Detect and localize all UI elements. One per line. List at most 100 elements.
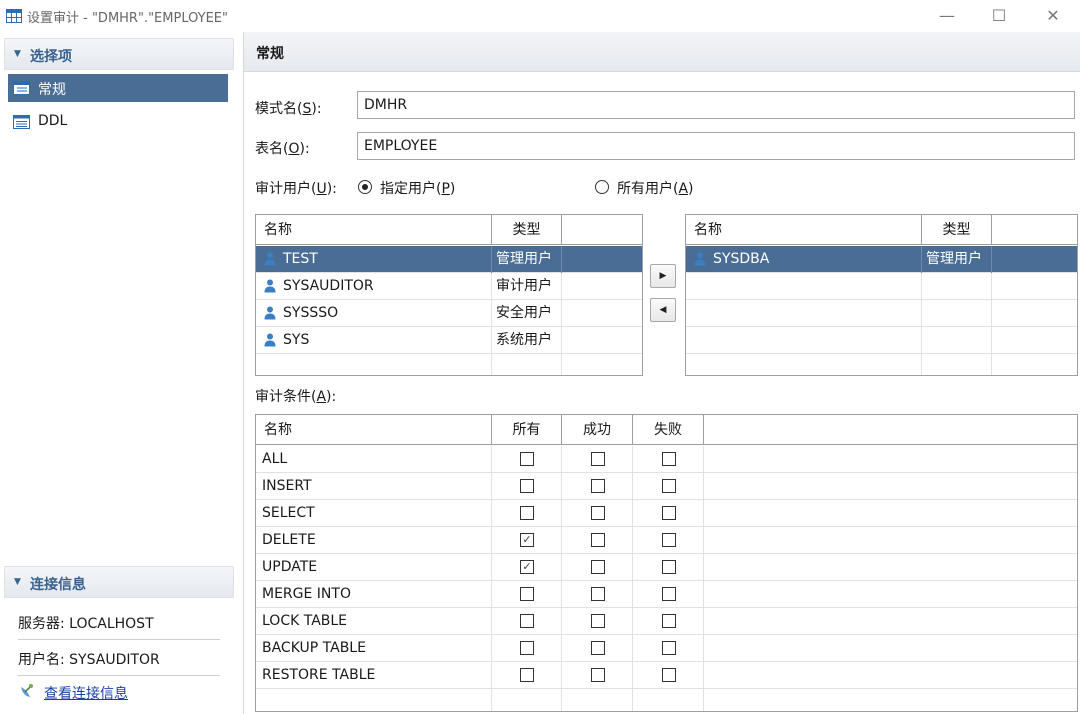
success-cell — [562, 527, 633, 554]
all-checkbox[interactable]: ✓ — [520, 533, 534, 547]
all-checkbox[interactable] — [520, 587, 534, 601]
sidebar-item-ddl[interactable]: DDL — [8, 108, 228, 136]
move-right-button[interactable]: ▶ — [650, 264, 676, 288]
success-checkbox[interactable] — [591, 452, 605, 466]
fail-checkbox[interactable] — [662, 479, 676, 493]
user-row[interactable]: TEST 管理用户 — [256, 246, 642, 273]
condition-row: UPDATE ✓ — [256, 554, 1077, 581]
column-header-name[interactable]: 名称 — [256, 415, 492, 445]
column-header-type[interactable]: 类型 — [922, 215, 992, 245]
success-checkbox[interactable] — [591, 587, 605, 601]
success-checkbox[interactable] — [591, 641, 605, 655]
view-connection-link[interactable]: 查看连接信息 — [18, 680, 218, 708]
fail-checkbox[interactable] — [662, 452, 676, 466]
close-button[interactable]: ✕ — [1036, 4, 1070, 28]
condition-name: SELECT — [256, 500, 492, 527]
condition-name: BACKUP TABLE — [256, 635, 492, 662]
column-header-fail[interactable]: 失败 — [633, 415, 704, 445]
table-name-field[interactable]: EMPLOYEE — [357, 132, 1075, 160]
user-row[interactable]: SYSAUDITOR 审计用户 — [256, 273, 642, 300]
all-checkbox[interactable]: ✓ — [520, 560, 534, 574]
schema-field[interactable]: DMHR — [357, 91, 1075, 119]
available-users-table: 名称 类型 TEST 管理用户 SYSAUDITOR 审计用户 SYSSSO 安全用户 SY… — [255, 214, 643, 376]
condition-row: RESTORE TABLE — [256, 662, 1077, 689]
all-cell — [492, 662, 562, 689]
user-type-cell — [922, 300, 992, 327]
all-checkbox[interactable] — [520, 452, 534, 466]
sidebar-item-general[interactable]: 常规 — [8, 74, 228, 102]
fail-cell — [633, 473, 704, 500]
table-header: 名称 类型 — [686, 215, 1077, 245]
all-cell: ✓ — [492, 527, 562, 554]
move-left-button[interactable]: ◀ — [650, 298, 676, 322]
condition-name: ALL — [256, 446, 492, 473]
all-cell — [492, 608, 562, 635]
condition-name: INSERT — [256, 473, 492, 500]
condition-row: BACKUP TABLE — [256, 635, 1077, 662]
condition-row: SELECT — [256, 500, 1077, 527]
connection-header-label: 连接信息 — [30, 577, 86, 593]
fail-checkbox[interactable] — [662, 587, 676, 601]
user-name: SYSDBA — [713, 251, 770, 267]
specified-user-label[interactable]: 指定用户(P) — [380, 178, 455, 198]
all-cell — [492, 635, 562, 662]
condition-row: DELETE ✓ — [256, 527, 1077, 554]
user-type-cell — [922, 354, 992, 375]
column-header-name[interactable]: 名称 — [686, 215, 922, 245]
minimize-button[interactable]: — — [930, 4, 964, 28]
fail-checkbox[interactable] — [662, 614, 676, 628]
column-header-success[interactable]: 成功 — [562, 415, 633, 445]
user-name: TEST — [283, 251, 318, 267]
audit-user-label: 审计用户(U): — [255, 181, 337, 197]
fail-checkbox[interactable] — [662, 506, 676, 520]
success-cell — [562, 473, 633, 500]
connection-section-header[interactable]: ▼ 连接信息 — [4, 566, 234, 598]
options-section-header[interactable]: ▼ 选择项 — [4, 38, 234, 70]
specified-user-radio[interactable] — [358, 180, 372, 194]
user-name-cell — [256, 354, 492, 375]
all-checkbox[interactable] — [520, 668, 534, 682]
table-header: 名称 类型 — [256, 215, 642, 245]
user-name: SYSSSO — [283, 305, 339, 321]
condition-row: INSERT — [256, 473, 1077, 500]
success-checkbox[interactable] — [591, 533, 605, 547]
column-header-all[interactable]: 所有 — [492, 415, 562, 445]
table-name-label: 表名(O): — [255, 141, 310, 157]
all-checkbox[interactable] — [520, 479, 534, 493]
section-header: 常规 — [244, 32, 1080, 72]
fail-checkbox[interactable] — [662, 641, 676, 655]
success-checkbox[interactable] — [591, 479, 605, 493]
success-checkbox[interactable] — [591, 560, 605, 574]
grid-table-icon — [6, 9, 22, 23]
column-header-type[interactable]: 类型 — [492, 215, 562, 245]
user-row[interactable]: SYSDBA 管理用户 — [686, 246, 1077, 273]
all-users-radio[interactable] — [595, 180, 609, 194]
user-type-cell: 管理用户 — [492, 246, 562, 273]
fail-checkbox[interactable] — [662, 560, 676, 574]
condition-row: ALL — [256, 446, 1077, 473]
success-checkbox[interactable] — [591, 506, 605, 520]
fail-checkbox[interactable] — [662, 533, 676, 547]
maximize-button[interactable]: ☐ — [982, 4, 1016, 28]
audit-conditions-table: 名称 所有 成功 失败 ALL INSERT SELECT DELETE ✓ UPDATE… — [255, 414, 1078, 712]
user-name-cell: SYSDBA — [686, 246, 922, 273]
column-header-name[interactable]: 名称 — [256, 215, 492, 245]
all-checkbox[interactable] — [520, 614, 534, 628]
user-icon — [264, 279, 276, 293]
all-cell — [492, 689, 562, 711]
all-checkbox[interactable] — [520, 641, 534, 655]
all-users-label[interactable]: 所有用户(A) — [617, 178, 694, 198]
success-checkbox[interactable] — [591, 614, 605, 628]
fail-checkbox[interactable] — [662, 668, 676, 682]
success-checkbox[interactable] — [591, 668, 605, 682]
fail-cell — [633, 554, 704, 581]
user-type-cell — [922, 327, 992, 354]
user-row[interactable]: SYSSSO 安全用户 — [256, 300, 642, 327]
user-type-cell: 管理用户 — [922, 246, 992, 273]
all-checkbox[interactable] — [520, 506, 534, 520]
success-cell — [562, 581, 633, 608]
empty-row — [686, 273, 1077, 300]
view-connection-label: 查看连接信息 — [44, 686, 128, 702]
user-row[interactable]: SYS 系统用户 — [256, 327, 642, 354]
empty-row — [686, 300, 1077, 327]
